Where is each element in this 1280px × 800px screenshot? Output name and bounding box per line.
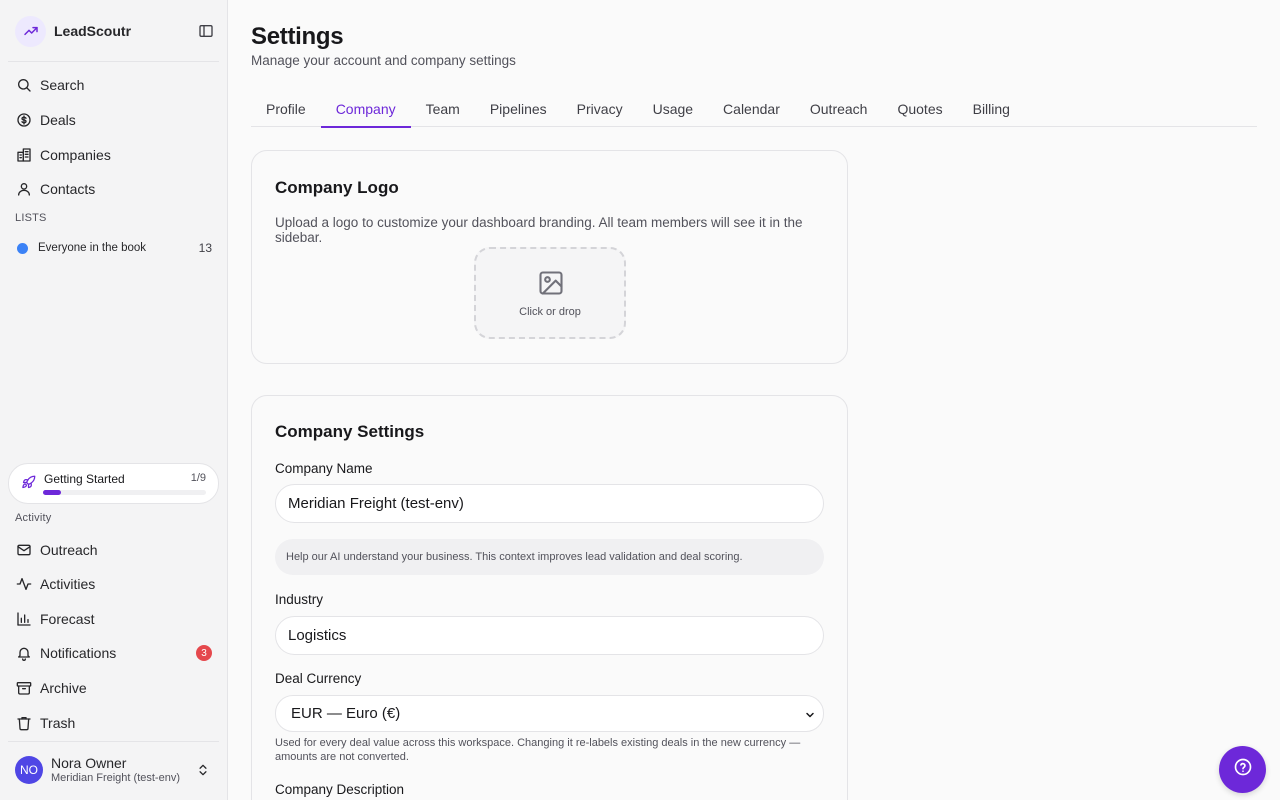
mail-icon bbox=[15, 542, 32, 559]
tab-team[interactable]: Team bbox=[411, 91, 475, 127]
list-color-dot bbox=[17, 242, 28, 254]
rocket-icon bbox=[21, 475, 36, 495]
sidebar: LeadScoutr Search Deals Companies Contac… bbox=[0, 0, 228, 800]
tab-billing[interactable]: Billing bbox=[958, 91, 1025, 127]
brand-logo-icon bbox=[15, 15, 46, 47]
sidebar-item-trash[interactable]: Trash bbox=[8, 708, 220, 738]
notifications-count-badge: 3 bbox=[196, 645, 212, 661]
settings-tabs: Profile Company Team Pipelines Privacy U… bbox=[251, 91, 1257, 128]
brand-name: LeadScoutr bbox=[54, 23, 132, 39]
company-logo-title: Company Logo bbox=[275, 178, 399, 197]
tab-outreach[interactable]: Outreach bbox=[795, 91, 883, 127]
company-description-label: Company Description bbox=[275, 782, 405, 797]
user-name: Nora Owner bbox=[51, 755, 127, 771]
archive-icon bbox=[15, 680, 32, 697]
sidebar-item-label: Activities bbox=[40, 576, 96, 592]
trash-icon bbox=[15, 715, 32, 732]
industry-input[interactable] bbox=[275, 616, 824, 655]
sidebar-item-label: Notifications bbox=[40, 645, 117, 661]
company-name-input[interactable] bbox=[275, 484, 824, 523]
user-info: Nora Owner Meridian Freight (test-env) bbox=[51, 755, 180, 785]
company-settings-card: Company Settings Company Name Help our A… bbox=[251, 395, 848, 800]
company-settings-title: Company Settings bbox=[275, 422, 425, 441]
deal-currency-help: Used for every deal value across this wo… bbox=[275, 737, 801, 763]
getting-started-label: Getting Started bbox=[44, 472, 125, 486]
sidebar-item-label: Trash bbox=[40, 715, 76, 731]
sidebar-item-label: Companies bbox=[40, 147, 111, 163]
sidebar-divider bbox=[8, 61, 219, 62]
company-name-label: Company Name bbox=[275, 461, 373, 476]
ai-context-hint: Help our AI understand your business. Th… bbox=[275, 539, 824, 575]
sidebar-item-forecast[interactable]: Forecast bbox=[8, 604, 220, 634]
sidebar-item-archive[interactable]: Archive bbox=[8, 673, 220, 703]
getting-started-progress bbox=[43, 490, 206, 495]
sidebar-item-label: Deals bbox=[40, 112, 76, 128]
sidebar-item-label: Outreach bbox=[40, 542, 98, 558]
logo-upload-dropzone[interactable]: Click or drop bbox=[474, 247, 626, 339]
sidebar-collapse-icon[interactable] bbox=[197, 22, 215, 40]
company-logo-card: Company Logo Upload a logo to customize … bbox=[251, 150, 848, 364]
chevron-down-icon bbox=[804, 708, 816, 725]
tab-pipelines[interactable]: Pipelines bbox=[475, 91, 562, 127]
user-icon bbox=[15, 181, 32, 198]
list-item-count: 13 bbox=[198, 241, 212, 255]
tab-usage[interactable]: Usage bbox=[638, 91, 708, 127]
tab-quotes[interactable]: Quotes bbox=[882, 91, 957, 127]
page-subtitle: Manage your account and company settings bbox=[251, 53, 516, 68]
dollar-circle-icon bbox=[15, 112, 32, 129]
deal-currency-label: Deal Currency bbox=[275, 671, 362, 686]
sidebar-item-deals[interactable]: Deals bbox=[8, 105, 220, 135]
sidebar-item-label: Archive bbox=[40, 680, 87, 696]
help-circle-icon bbox=[1233, 757, 1253, 782]
deal-currency-select[interactable]: EUR — Euro (€) bbox=[275, 695, 824, 732]
sidebar-item-activities[interactable]: Activities bbox=[8, 569, 220, 599]
search-icon bbox=[15, 77, 32, 94]
tab-privacy[interactable]: Privacy bbox=[562, 91, 638, 127]
user-org: Meridian Freight (test-env) bbox=[51, 772, 180, 784]
sidebar-item-label: Forecast bbox=[40, 611, 95, 627]
chevrons-up-down-icon bbox=[196, 762, 210, 783]
getting-started-card[interactable]: Getting Started 1/9 bbox=[8, 463, 219, 504]
activity-section-label: Activity bbox=[15, 512, 52, 524]
tab-company[interactable]: Company bbox=[320, 91, 411, 128]
industry-label: Industry bbox=[275, 592, 324, 607]
user-menu[interactable]: NO Nora Owner Meridian Freight (test-env… bbox=[8, 752, 220, 788]
sidebar-item-outreach[interactable]: Outreach bbox=[8, 535, 220, 565]
list-item-label: Everyone in the book bbox=[38, 242, 147, 254]
building-icon bbox=[15, 147, 32, 164]
deal-currency-value: EUR — Euro (€) bbox=[291, 705, 401, 722]
getting-started-progress-fill bbox=[43, 490, 61, 495]
sidebar-item-contacts[interactable]: Contacts bbox=[8, 174, 220, 204]
sidebar-item-search[interactable]: Search bbox=[8, 70, 220, 100]
sidebar-divider bbox=[8, 741, 219, 742]
page-title: Settings bbox=[251, 23, 344, 50]
image-icon bbox=[537, 269, 565, 302]
sidebar-item-companies[interactable]: Companies bbox=[8, 140, 220, 170]
bell-icon bbox=[15, 645, 32, 662]
tab-profile[interactable]: Profile bbox=[251, 91, 321, 127]
brand[interactable]: LeadScoutr bbox=[15, 15, 219, 47]
bar-chart-icon bbox=[15, 611, 32, 628]
lists-section-label: LISTS bbox=[15, 212, 47, 224]
company-logo-description: Upload a logo to customize your dashboar… bbox=[275, 215, 803, 245]
sidebar-item-label: Search bbox=[40, 77, 85, 93]
help-button[interactable] bbox=[1219, 746, 1266, 793]
activity-icon bbox=[15, 576, 32, 593]
list-item-everyone[interactable]: Everyone in the book 13 bbox=[8, 236, 220, 260]
tab-calendar[interactable]: Calendar bbox=[708, 91, 795, 127]
sidebar-item-label: Contacts bbox=[40, 181, 96, 197]
main-content: Settings Manage your account and company… bbox=[228, 0, 1280, 800]
getting-started-count: 1/9 bbox=[190, 472, 206, 484]
sidebar-item-notifications[interactable]: Notifications 3 bbox=[8, 638, 220, 668]
dropzone-text: Click or drop bbox=[519, 306, 581, 318]
app-root: LeadScoutr Search Deals Companies Contac… bbox=[0, 0, 1280, 800]
avatar: NO bbox=[15, 756, 43, 784]
